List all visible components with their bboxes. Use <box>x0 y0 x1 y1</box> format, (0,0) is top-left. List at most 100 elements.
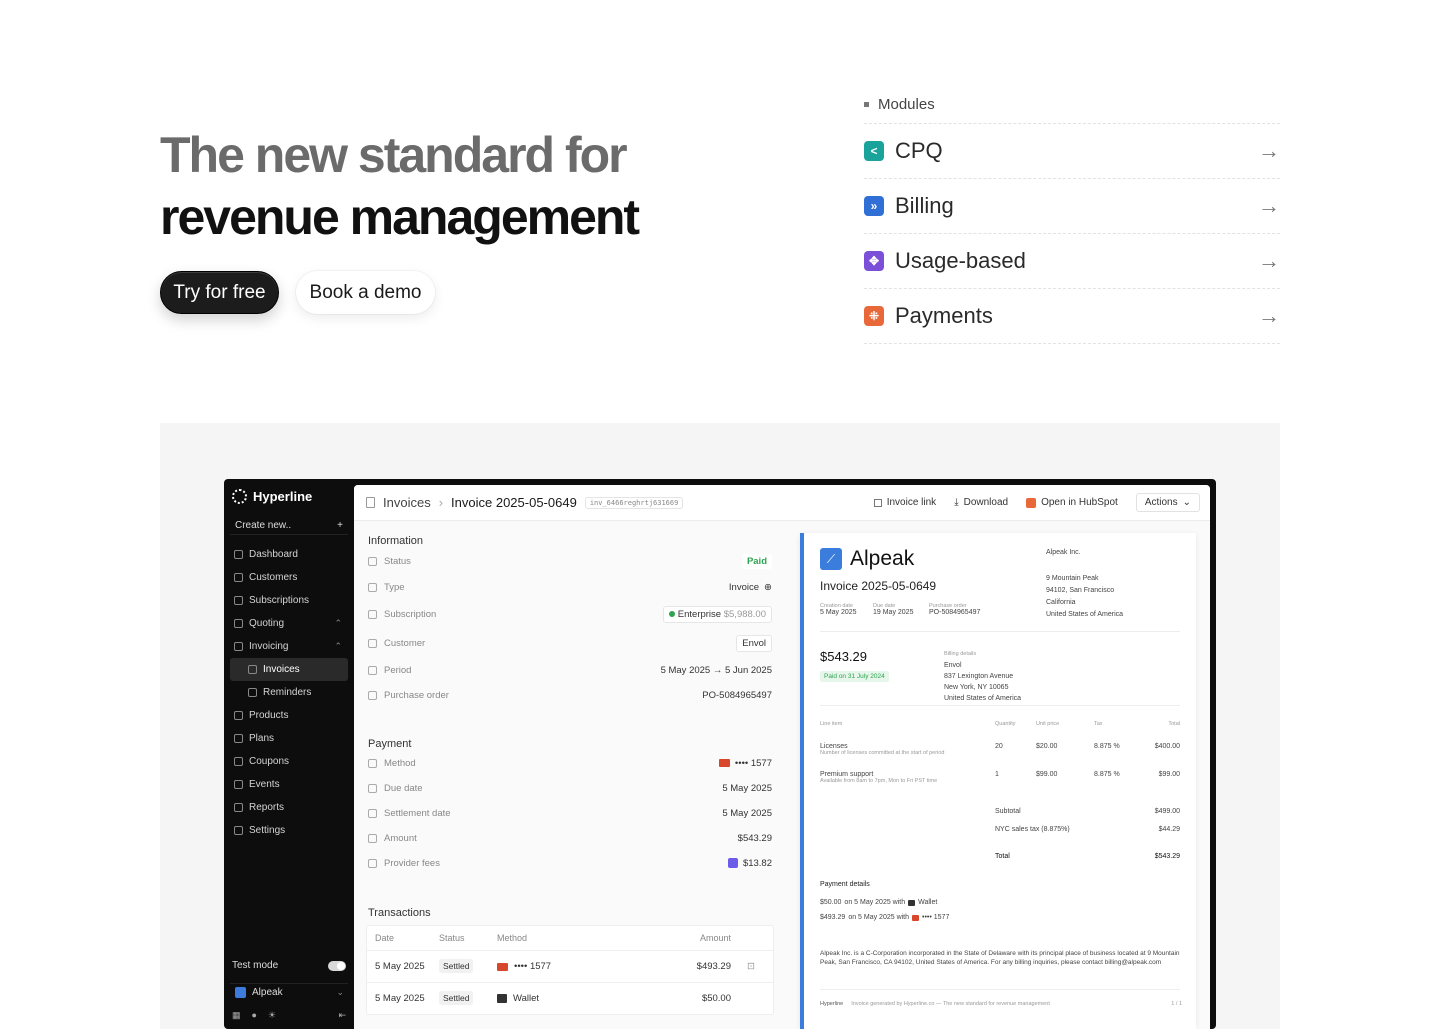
sidebar: Hyperline Create new.. + Dashboard Custo… <box>224 479 354 1029</box>
module-link-billing[interactable]: » Billing → <box>864 178 1280 233</box>
book-icon[interactable]: ▦ <box>232 1010 241 1021</box>
transactions-table: Date Status Method Amount 5 May 2025 Set… <box>366 925 774 1015</box>
chevron-updown-icon: ⌃ <box>334 618 342 628</box>
sidebar-item-invoicing[interactable]: Invoicing ⌃ <box>230 635 348 658</box>
alpeak-logo-icon <box>235 987 246 998</box>
status-badge: Settled <box>439 959 474 973</box>
download-icon: ⤓ <box>954 497 959 508</box>
quote-icon <box>234 619 243 628</box>
issuer-address: Alpeak Inc. 9 Mountain Peak 94102, San F… <box>1046 549 1124 618</box>
actions-dropdown[interactable]: Actions ⌄ <box>1135 493 1200 512</box>
credit-card-icon <box>368 758 377 768</box>
transactions-heading: Transactions <box>368 907 431 919</box>
invoice-id-badge[interactable]: inv_6466reghrtj631669 <box>584 496 684 509</box>
try-for-free-button[interactable]: Try for free <box>160 271 279 314</box>
chat-icon[interactable]: ● <box>252 1010 257 1021</box>
customer-pill[interactable]: Envol <box>736 634 772 652</box>
table-row[interactable]: 5 May 2025 Settled Wallet $50.00 <box>367 982 773 1014</box>
invoice-link-button[interactable]: Invoice link <box>873 497 936 508</box>
total-label: Total <box>995 853 1010 860</box>
brand: Hyperline <box>232 489 312 504</box>
sidebar-item-reminders[interactable]: Reminders <box>230 681 348 704</box>
sidebar-item-products[interactable]: Products <box>230 704 348 727</box>
chevron-updown-icon: ⌃ <box>334 641 342 651</box>
total-value: $543.29 <box>1154 853 1180 860</box>
breadcrumb: Invoices › Invoice 2025-05-0649 inv_6466… <box>366 495 684 510</box>
table-header: Date Status Method Amount <box>375 933 731 943</box>
invoice-number: Invoice 2025-05-0649 <box>820 579 937 593</box>
banknote-icon <box>368 833 377 843</box>
modules-heading: Modules <box>864 94 1280 114</box>
refresh-icon <box>234 596 243 605</box>
bell-icon <box>248 688 257 697</box>
sidebar-item-customers[interactable]: Customers <box>230 566 348 589</box>
billing-icon: » <box>864 196 884 216</box>
wallet-icon <box>497 994 507 1003</box>
collapse-sidebar-icon[interactable]: ⇤ <box>338 1010 346 1021</box>
plus-circle-icon: ⊕ <box>764 581 772 593</box>
tag-icon <box>234 757 243 766</box>
file-icon <box>368 690 377 700</box>
module-link-payments[interactable]: ⁜ Payments → <box>864 288 1280 343</box>
download-button[interactable]: ⤓ Download <box>954 497 1008 508</box>
provider-fees-row: Provider fees $13.82 <box>368 853 772 873</box>
sidebar-item-plans[interactable]: Plans <box>230 727 348 750</box>
sidebar-item-reports[interactable]: Reports <box>230 796 348 819</box>
module-link-usage-based[interactable]: ✥ Usage-based → <box>864 233 1280 288</box>
folder-icon <box>368 582 377 592</box>
sidebar-item-subscriptions[interactable]: Subscriptions <box>230 589 348 612</box>
payment-details-heading: Payment details <box>820 881 870 888</box>
book-demo-button[interactable]: Book a demo <box>296 271 435 314</box>
arrow-right-icon: → <box>1258 248 1280 273</box>
breadcrumb-invoices[interactable]: Invoices <box>383 495 431 510</box>
top-bar: Invoices › Invoice 2025-05-0649 inv_6466… <box>354 485 1210 521</box>
modules-list: Modules < CPQ → » Billing → ✥ Usage-based →… <box>864 94 1280 344</box>
type-value[interactable]: Invoice <box>729 582 759 593</box>
square-bullet-icon <box>864 101 869 107</box>
module-link-cpq[interactable]: < CPQ → <box>864 123 1280 178</box>
sidebar-item-settings[interactable]: Settings <box>230 819 348 842</box>
table-row[interactable]: 5 May 2025 Settled •••• 1577 $493.29 ⊡ <box>367 950 773 982</box>
chevron-down-icon: ⌄ <box>336 987 344 997</box>
module-label: Payments <box>895 303 993 328</box>
calendar-check-icon <box>368 808 377 818</box>
sidebar-item-invoices[interactable]: Invoices <box>230 658 348 681</box>
due-date: Due date 19 May 2025 <box>873 603 914 616</box>
tax-value: $44.29 <box>1158 826 1180 833</box>
sidebar-item-events[interactable]: Events <box>230 773 348 796</box>
arrow-right-icon: → <box>1258 138 1280 163</box>
plus-icon: + <box>337 520 343 531</box>
period-row: Period 5 May 2025 → 5 Jun 2025 <box>368 660 772 680</box>
hero-title-line2: revenue management <box>160 189 640 245</box>
invoice-icon <box>234 642 243 651</box>
stripe-icon <box>727 858 738 868</box>
hubspot-icon <box>1026 497 1037 508</box>
sun-icon[interactable]: ☀ <box>268 1010 276 1021</box>
product-showcase: Hyperline Create new.. + Dashboard Custo… <box>160 423 1280 1029</box>
sidebar-item-dashboard[interactable]: Dashboard <box>230 543 348 566</box>
legal-notice: Alpeak Inc. is a C-Corporation incorpora… <box>820 950 1180 966</box>
invoice-footer: Hyperline Invoice generated by Hyperline… <box>820 1001 1182 1007</box>
chevron-down-icon: ⌄ <box>1182 497 1191 508</box>
usage-icon: ✥ <box>864 251 884 271</box>
chart-icon <box>234 803 243 812</box>
module-label: CPQ <box>895 138 943 163</box>
open-external-icon[interactable]: ⊡ <box>731 961 771 972</box>
mastercard-icon <box>718 759 730 767</box>
subscription-pill[interactable]: Enterprise $5,988.00 <box>663 605 772 623</box>
workspace-switcher[interactable]: Alpeak ⌄ <box>230 983 348 1001</box>
sidebar-item-quoting[interactable]: Quoting ⌃ <box>230 612 348 635</box>
active-dot-icon <box>669 610 676 617</box>
gear-icon <box>234 826 243 835</box>
arrow-right-icon: → <box>1258 193 1280 218</box>
calendar-icon <box>368 783 377 793</box>
cpq-icon: < <box>864 141 884 161</box>
test-mode-toggle[interactable] <box>328 960 346 971</box>
due-date-row: Due date 5 May 2025 <box>368 778 772 798</box>
box-icon <box>234 711 243 720</box>
open-hubspot-button[interactable]: Open in HubSpot <box>1026 497 1118 508</box>
wallet-icon <box>908 899 916 906</box>
link-icon <box>873 498 882 507</box>
sidebar-item-coupons[interactable]: Coupons <box>230 750 348 773</box>
create-new-button[interactable]: Create new.. + <box>230 517 348 535</box>
